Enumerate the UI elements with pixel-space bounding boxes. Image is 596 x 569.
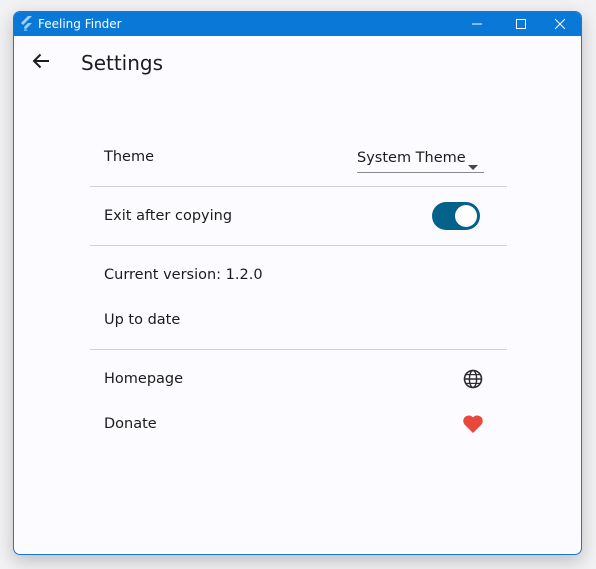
divider: [90, 349, 507, 350]
close-button[interactable]: [538, 12, 581, 36]
exit-after-copying-label: Exit after copying: [104, 208, 233, 224]
title-bar[interactable]: Feeling Finder: [14, 12, 581, 36]
back-button[interactable]: [26, 50, 56, 76]
theme-label: Theme: [104, 149, 155, 165]
divider: [90, 186, 507, 187]
app-window: Feeling Finder Settings Theme System The…: [13, 11, 582, 555]
close-icon: [555, 19, 565, 29]
minimize-button[interactable]: [455, 12, 499, 36]
arrow-left-icon: [32, 53, 50, 73]
flutter-logo-icon: [19, 16, 33, 32]
current-version-text: Current version: 1.2.0: [104, 267, 263, 283]
caret-down-icon: [468, 155, 478, 174]
maximize-button[interactable]: [499, 12, 543, 36]
maximize-icon: [516, 19, 526, 29]
donate-label: Donate: [104, 416, 157, 432]
update-status-text: Up to date: [104, 312, 181, 328]
page-title: Settings: [81, 51, 164, 75]
theme-dropdown[interactable]: System Theme: [357, 147, 484, 173]
homepage-label: Homepage: [104, 371, 184, 387]
globe-icon[interactable]: [461, 367, 485, 391]
heart-icon[interactable]: [461, 412, 485, 436]
exit-after-copying-switch[interactable]: [432, 202, 480, 230]
switch-knob: [455, 205, 477, 227]
minimize-icon: [472, 19, 482, 29]
divider: [90, 245, 507, 246]
theme-dropdown-value: System Theme: [357, 150, 466, 166]
window-title: Feeling Finder: [38, 17, 122, 31]
